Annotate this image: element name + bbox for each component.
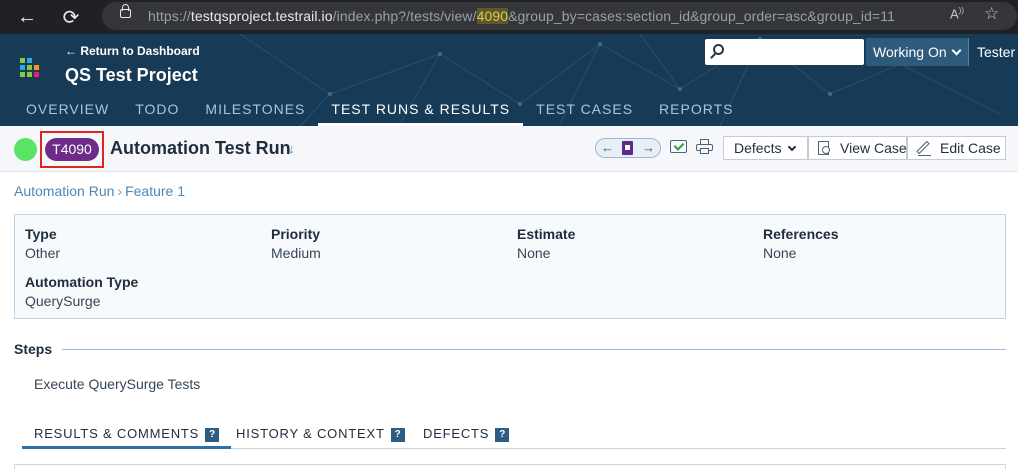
lock-icon [120,4,131,18]
return-to-dashboard-link[interactable]: ← Return to Dashboard [65,44,200,58]
working-on-dropdown[interactable]: Working On [866,38,968,66]
help-icon[interactable]: ? [495,428,510,442]
result-tabs: RESULTS & COMMENTS? HISTORY & CONTEXT? D… [22,418,1006,449]
help-icon[interactable]: ? [205,428,220,442]
field-type: Type Other [25,226,61,261]
field-references: References None [763,226,839,261]
arrow-down-icon[interactable]: ↓ [288,141,295,156]
tab-results-comments[interactable]: RESULTS & COMMENTS? [22,418,232,449]
results-panel [14,464,1006,469]
field-priority: Priority Medium [271,226,321,261]
view-document-icon [818,141,830,155]
read-aloud-icon[interactable]: A)) [950,6,964,21]
email-check-icon[interactable] [670,140,687,153]
tab-overview[interactable]: OVERVIEW [13,93,122,126]
url-text: https://testqsproject.testrail.io/index.… [148,8,896,24]
tab-milestones[interactable]: MILESTONES [192,93,318,126]
search-icon [713,44,724,55]
step-text: Execute QuerySurge Tests [34,376,201,392]
test-id-badge[interactable]: T4090 [45,138,99,161]
search-input[interactable] [705,39,864,65]
steps-heading: Steps [14,341,53,357]
test-id-highlight-frame: T4090 [40,131,104,168]
breadcrumb: Automation Run › Feature 1 [14,183,186,199]
steps-divider [62,349,1006,350]
test-details-panel: Type Other Priority Medium Estimate None… [14,214,1006,319]
edit-case-button[interactable]: Edit Case [907,136,1006,160]
page-title: Automation Test Run [110,138,291,158]
test-pager: ← → [595,138,661,158]
tab-reports[interactable]: REPORTS [646,93,746,126]
next-test-arrow-icon[interactable]: → [642,140,655,155]
status-indicator [14,138,37,161]
back-arrow-icon[interactable]: ← [14,4,40,30]
help-icon[interactable]: ? [390,428,405,442]
field-estimate: Estimate None [517,226,576,261]
browser-toolbar: ← ⟳ https://testqsproject.testrail.io/in… [0,0,1018,34]
field-automation-type: Automation Type QuerySurge [25,274,139,309]
print-icon[interactable] [696,139,713,154]
tab-history-context[interactable]: HISTORY & CONTEXT? [224,418,417,449]
app-grid-icon[interactable] [20,58,40,78]
tab-test-runs-results[interactable]: TEST RUNS & RESULTS [318,93,523,126]
address-bar[interactable]: https://testqsproject.testrail.io/index.… [102,2,1017,30]
previous-test-arrow-icon[interactable]: ← [601,140,614,155]
tab-defects[interactable]: DEFECTS? [411,418,521,449]
project-title[interactable]: QS Test Project [65,65,198,86]
reload-icon[interactable]: ⟳ [58,4,84,30]
chevron-down-icon [951,45,962,56]
tab-todo[interactable]: TODO [122,93,192,126]
test-document-icon[interactable] [622,141,633,155]
view-case-button[interactable]: View Case [808,136,907,160]
defects-dropdown-button[interactable]: Defects [723,136,808,160]
pencil-icon [916,140,930,155]
main-navigation: OVERVIEW TODO MILESTONES TEST RUNS & RES… [13,93,746,126]
user-menu[interactable]: Tester [968,38,1015,66]
breadcrumb-section-link[interactable]: Feature 1 [125,183,185,199]
app-header: ← Return to Dashboard QS Test Project Wo… [0,34,1018,126]
favorite-star-icon[interactable]: ☆ [984,4,999,24]
test-title-bar: T4090 Automation Test Run ↓ ← → Defects … [0,126,1018,172]
chevron-down-icon [788,142,797,152]
breadcrumb-run-link[interactable]: Automation Run [14,183,114,199]
tab-test-cases[interactable]: TEST CASES [523,93,646,126]
